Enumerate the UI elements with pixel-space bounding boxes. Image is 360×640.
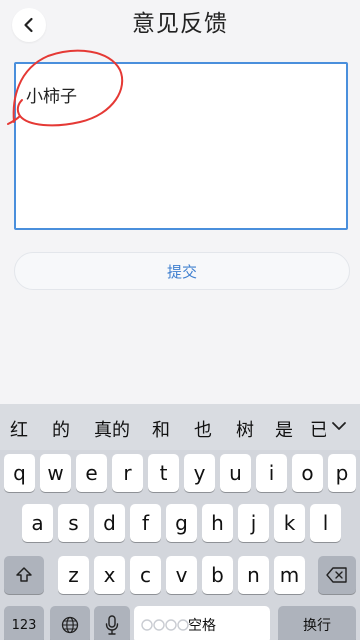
- key-u[interactable]: u: [220, 454, 251, 492]
- key-v[interactable]: v: [166, 556, 197, 594]
- key-r[interactable]: r: [112, 454, 143, 492]
- feedback-input[interactable]: 小柿子: [14, 62, 348, 230]
- globe-icon: [61, 616, 79, 634]
- expand-candidates-button[interactable]: [326, 414, 352, 438]
- key-i[interactable]: i: [256, 454, 287, 492]
- globe-key[interactable]: [50, 606, 90, 640]
- chevron-down-icon: [332, 422, 346, 430]
- return-key[interactable]: 换行: [278, 606, 356, 640]
- candidate-word[interactable]: 真的: [94, 416, 130, 442]
- feedback-text: 小柿子: [26, 87, 77, 107]
- key-f[interactable]: f: [130, 504, 161, 542]
- key-l[interactable]: l: [310, 504, 341, 542]
- key-z[interactable]: z: [58, 556, 89, 594]
- page-title: 意见反馈: [132, 11, 228, 37]
- key-y[interactable]: y: [184, 454, 215, 492]
- candidate-word[interactable]: 的: [52, 416, 70, 442]
- key-b[interactable]: b: [202, 556, 233, 594]
- key-x[interactable]: x: [94, 556, 125, 594]
- key-q[interactable]: q: [4, 454, 35, 492]
- candidate-word[interactable]: 红: [10, 416, 28, 442]
- key-c[interactable]: c: [130, 556, 161, 594]
- shift-key[interactable]: [4, 556, 44, 594]
- candidate-word[interactable]: 树: [236, 416, 254, 442]
- key-h[interactable]: h: [202, 504, 233, 542]
- numbers-key[interactable]: 123: [4, 606, 44, 640]
- header: 意见反馈: [0, 0, 360, 48]
- keyboard: 红 的 真的 和 也 树 是 已 q w e r t y u i o p a s…: [0, 404, 360, 640]
- key-a[interactable]: a: [22, 504, 53, 542]
- submit-button[interactable]: 提交: [14, 252, 350, 290]
- key-k[interactable]: k: [274, 504, 305, 542]
- delete-key[interactable]: [318, 556, 356, 594]
- watermark-logo: [141, 619, 189, 631]
- key-d[interactable]: d: [94, 504, 125, 542]
- key-g[interactable]: g: [166, 504, 197, 542]
- key-t[interactable]: t: [148, 454, 179, 492]
- shift-icon: [16, 567, 32, 582]
- candidate-word[interactable]: 是: [275, 416, 293, 442]
- key-j[interactable]: j: [238, 504, 269, 542]
- backspace-icon: [326, 567, 347, 583]
- key-m[interactable]: m: [274, 556, 305, 594]
- candidate-bar: 红 的 真的 和 也 树 是 已: [0, 404, 360, 450]
- microphone-icon: [105, 615, 119, 635]
- candidate-word[interactable]: 也: [194, 416, 212, 442]
- key-w[interactable]: w: [40, 454, 71, 492]
- key-p[interactable]: p: [328, 454, 356, 492]
- key-n[interactable]: n: [238, 556, 269, 594]
- candidate-word[interactable]: 和: [152, 416, 170, 442]
- key-o[interactable]: o: [292, 454, 323, 492]
- key-s[interactable]: s: [58, 504, 89, 542]
- key-e[interactable]: e: [76, 454, 107, 492]
- microphone-key[interactable]: [94, 606, 130, 640]
- candidate-word[interactable]: 已: [310, 416, 326, 442]
